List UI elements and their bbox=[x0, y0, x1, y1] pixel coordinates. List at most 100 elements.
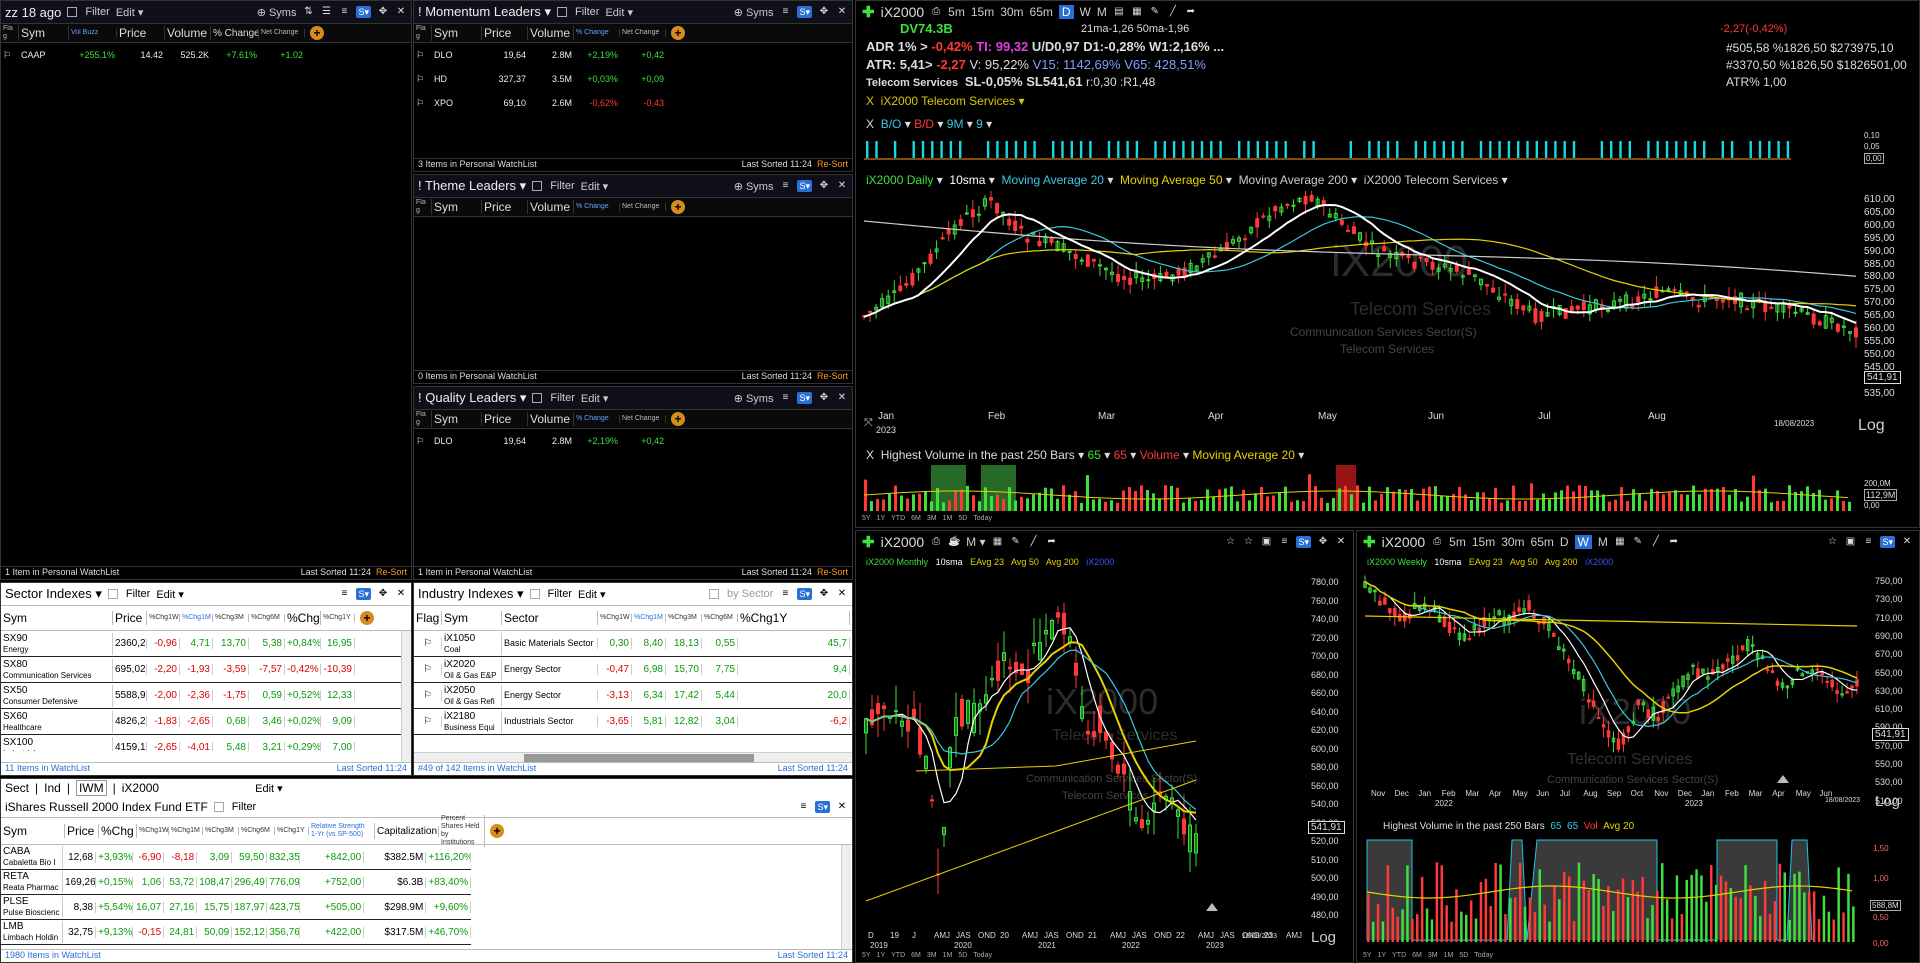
filter-label[interactable]: Filter bbox=[548, 588, 572, 600]
col-chg1w[interactable]: %Chg1W bbox=[598, 614, 632, 622]
quality-title[interactable]: ! Quality Leaders ▾ bbox=[418, 390, 526, 406]
add-column-button[interactable]: + bbox=[305, 26, 329, 40]
col-flag[interactable]: Fla g bbox=[414, 411, 432, 427]
add-column-button[interactable]: + bbox=[355, 611, 379, 625]
menu-icon[interactable]: ≡ bbox=[1862, 536, 1874, 548]
sub-chart-title[interactable]: X iX2000 Telecom Services ▾ bbox=[866, 94, 1025, 108]
period-button[interactable]: YTD bbox=[891, 515, 905, 522]
close-icon[interactable]: ✕ bbox=[836, 801, 848, 813]
col-net-change[interactable]: Net Change bbox=[620, 29, 666, 37]
h-scrollbar[interactable] bbox=[414, 752, 852, 762]
period-button[interactable]: 1M bbox=[943, 515, 953, 522]
tab-iwm[interactable]: IWM bbox=[75, 780, 107, 796]
line-icon[interactable]: ╱ bbox=[1650, 536, 1662, 548]
filter-checkbox[interactable] bbox=[107, 589, 118, 599]
close-icon[interactable]: ✕ bbox=[836, 392, 848, 404]
tf-weekly[interactable]: W bbox=[1080, 5, 1091, 19]
grid-icon[interactable]: ▦ bbox=[1131, 6, 1143, 18]
price-chart[interactable] bbox=[856, 191, 1866, 401]
filter-label[interactable]: Filter bbox=[232, 801, 256, 813]
tool-icon[interactable]: ▤ bbox=[1113, 6, 1125, 18]
col-sym[interactable]: Sym bbox=[442, 611, 502, 625]
filter-checkbox[interactable] bbox=[213, 802, 224, 812]
col-flag[interactable]: Flag bbox=[414, 611, 442, 625]
col-chg3m[interactable]: %Chg3M bbox=[203, 827, 239, 835]
close-icon[interactable]: ✕ bbox=[836, 180, 848, 192]
star-icon[interactable]: ☆ bbox=[1224, 536, 1236, 548]
s-button[interactable]: S▾ bbox=[815, 801, 830, 813]
draw-icon[interactable]: ✎ bbox=[1010, 536, 1022, 548]
tf-daily[interactable]: D bbox=[1560, 535, 1569, 549]
col-change[interactable]: % Change bbox=[574, 29, 620, 37]
col-chg1m[interactable]: %Chg1M bbox=[180, 614, 213, 622]
col-flag[interactable]: Fla g bbox=[414, 25, 432, 41]
table-row[interactable]: SX60 Healthcare 4826,2 -1,83 -2,65 0,68 3,46 +0… bbox=[1, 709, 401, 735]
chart-legend[interactable]: iX2000 Weekly 10sma EAvg 23 Avg 50 Avg 2… bbox=[1367, 557, 1613, 567]
resort-link[interactable]: Re-Sort bbox=[817, 567, 848, 577]
table-row[interactable]: ⚐ iX2050 Oil & Gas Refi Energy Sector -3,13 6… bbox=[414, 683, 852, 709]
scrollbar[interactable] bbox=[841, 845, 851, 949]
col-capitalization[interactable]: Capitalization bbox=[375, 825, 439, 837]
filter-label[interactable]: Filter bbox=[550, 180, 574, 192]
menu-icon[interactable]: ≡ bbox=[338, 6, 350, 18]
menu-icon[interactable]: ≡ bbox=[779, 180, 791, 192]
col-chg3m[interactable]: %Chg3M bbox=[666, 614, 702, 622]
menu-icon[interactable]: ≡ bbox=[779, 588, 791, 600]
edit-menu[interactable]: Edit ▾ bbox=[116, 6, 144, 19]
col-chg[interactable]: %Chg bbox=[99, 824, 137, 838]
col-change[interactable]: % Change bbox=[574, 415, 620, 423]
table-row[interactable]: ⚐ iX2020 Oil & Gas E&P Energy Sector -0,47 6,… bbox=[414, 657, 852, 683]
s-button[interactable]: S▾ bbox=[797, 180, 812, 192]
period-button[interactable]: Today bbox=[973, 515, 992, 522]
table-row[interactable]: ⚐iX1070 bbox=[414, 735, 852, 741]
chart-symbol[interactable]: iX2000 bbox=[881, 4, 925, 20]
s-button[interactable]: S▾ bbox=[1296, 536, 1311, 548]
draw-icon[interactable]: ✎ bbox=[1149, 6, 1161, 18]
close-icon[interactable]: ✕ bbox=[836, 6, 848, 18]
col-chg[interactable]: %Chg bbox=[285, 611, 321, 625]
period-button[interactable]: 3M bbox=[927, 515, 937, 522]
print-icon[interactable]: ⎙ bbox=[930, 536, 942, 548]
col-chg1m[interactable]: %Chg1M bbox=[632, 614, 666, 622]
chart-symbol[interactable]: iX2000 bbox=[1382, 534, 1426, 550]
col-price[interactable]: Price bbox=[482, 26, 528, 40]
table-row[interactable]: ⚐ HD 327,37 3.5M +0,03% +0,09 bbox=[414, 67, 852, 91]
col-price[interactable]: Price bbox=[65, 824, 99, 838]
share-icon[interactable]: ➦ bbox=[1668, 536, 1680, 548]
momentum-title[interactable]: ! Momentum Leaders ▾ bbox=[418, 4, 551, 20]
col-price[interactable]: Price bbox=[482, 412, 528, 426]
flag-icon[interactable]: ⚐ bbox=[414, 690, 442, 701]
s-button[interactable]: S▾ bbox=[1880, 536, 1895, 548]
period-button[interactable]: 5D bbox=[1459, 952, 1468, 959]
syms-button[interactable]: ⊕ Syms bbox=[257, 6, 297, 19]
period-button[interactable]: 5D bbox=[958, 952, 967, 959]
log-toggle[interactable]: Log bbox=[1858, 417, 1885, 435]
tool-icon[interactable]: ☕ bbox=[948, 536, 960, 548]
col-change[interactable]: % Change bbox=[211, 27, 259, 39]
menu-icon[interactable]: ≡ bbox=[1278, 536, 1290, 548]
tf-monthly[interactable]: M bbox=[1598, 535, 1608, 549]
period-button[interactable]: 1Y bbox=[877, 952, 886, 959]
col-rel-strength[interactable]: Relative Strength 1-Yr (vs SP-500) bbox=[309, 823, 375, 839]
period-button[interactable]: Today bbox=[973, 952, 992, 959]
move-icon[interactable]: ✥ bbox=[818, 180, 830, 192]
table-row[interactable]: ⚐ iX2180 Business Equi Industrials Sector -3… bbox=[414, 709, 852, 735]
period-button[interactable]: 3M bbox=[927, 952, 937, 959]
col-volume[interactable]: Volume bbox=[165, 26, 211, 40]
volume-legend[interactable]: Highest Volume in the past 250 Bars 65 6… bbox=[1383, 821, 1634, 832]
col-sym[interactable]: Sym bbox=[1, 824, 65, 838]
chart-symbol[interactable]: iX2000 bbox=[881, 534, 925, 550]
col-net-change[interactable]: Net Change bbox=[620, 203, 666, 211]
col-volume[interactable]: Volume bbox=[528, 26, 574, 40]
col-chg1w[interactable]: %Chg1W bbox=[137, 827, 169, 835]
menu-icon[interactable]: ≡ bbox=[797, 801, 809, 813]
by-sector-checkbox[interactable] bbox=[709, 589, 719, 599]
tab-ix2000[interactable]: iX2000 bbox=[122, 781, 159, 795]
share-icon[interactable]: ➦ bbox=[1185, 6, 1197, 18]
tf-65m[interactable]: 65m bbox=[1531, 535, 1554, 549]
close-icon[interactable]: ✕ bbox=[395, 588, 407, 600]
draw-icon[interactable]: ✎ bbox=[1632, 536, 1644, 548]
flag-icon[interactable]: ⚐ bbox=[1, 50, 19, 61]
table-row[interactable]: CABA Cabaletta Bio I 12,68 +3,93% -6,90 -8,18… bbox=[1, 845, 471, 870]
tf-30m[interactable]: 30m bbox=[1000, 5, 1023, 19]
